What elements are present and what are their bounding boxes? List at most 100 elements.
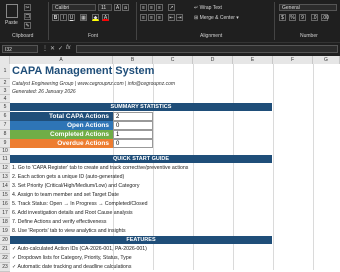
column-header-g[interactable]: G <box>313 56 340 64</box>
bold-button[interactable]: B <box>52 14 59 21</box>
align-right-icon[interactable]: ≡ <box>156 14 163 21</box>
quick-start-step[interactable]: 6. Add investigation details and Root Ca… <box>12 210 133 216</box>
summary-label-total[interactable]: Total CAPA Actions <box>10 112 113 121</box>
row-header[interactable]: 3 <box>0 87 10 95</box>
increase-font-icon[interactable]: A <box>114 4 121 11</box>
column-header-b[interactable]: B <box>113 56 153 64</box>
summary-header[interactable]: SUMMARY STATISTICS <box>10 103 272 111</box>
column-header-c[interactable]: C <box>153 56 193 64</box>
orientation-icon[interactable]: ↗ <box>168 4 175 11</box>
row-header[interactable]: 7 <box>0 121 10 130</box>
company-line[interactable]: Catalyst Engineering Group | www.cegroup… <box>12 81 175 87</box>
row-header[interactable]: 23 <box>0 263 10 272</box>
underline-button[interactable]: U <box>68 14 75 21</box>
align-bottom-icon[interactable]: ≡ <box>156 4 163 11</box>
font-size-select[interactable]: 11 <box>98 4 112 11</box>
paste-icon[interactable] <box>6 4 18 18</box>
decrease-font-icon[interactable]: a <box>122 4 129 11</box>
quick-start-header[interactable]: QUICK START GUIDE <box>10 155 272 163</box>
feature-item[interactable]: ✓ Automatic date tracking and deadline c… <box>12 264 131 270</box>
row-header[interactable]: 21 <box>0 245 10 254</box>
summary-value-completed[interactable]: 1 <box>113 130 153 139</box>
quick-start-step[interactable]: 8. Use 'Reports' tab to view analytics a… <box>12 228 126 234</box>
wrap-text-label: Wrap Text <box>199 5 222 11</box>
feature-item[interactable]: ✓ Auto-calculated Action IDs (CA-2026-00… <box>12 246 147 252</box>
row-header[interactable]: 1 <box>0 64 10 79</box>
cut-icon[interactable]: ✂ <box>24 4 31 11</box>
row-header[interactable]: 18 <box>0 218 10 227</box>
percent-button[interactable]: % <box>289 14 296 21</box>
column-header-e[interactable]: E <box>233 56 273 64</box>
comma-button[interactable]: 9 <box>299 14 306 21</box>
row-header[interactable]: 6 <box>0 112 10 121</box>
quick-start-step[interactable]: 7. Define Actions and verify effectivene… <box>12 219 106 225</box>
italic-button[interactable]: I <box>60 14 67 21</box>
row-header[interactable]: 10 <box>0 148 10 155</box>
quick-start-step[interactable]: 4. Assign to team member and set Target … <box>12 192 119 198</box>
sheet-title[interactable]: CAPA Management System <box>12 65 154 77</box>
summary-value-open[interactable]: 0 <box>113 121 153 130</box>
summary-label-completed[interactable]: Completed Actions <box>10 130 113 139</box>
row-header[interactable]: 22 <box>0 254 10 263</box>
fill-color-icon[interactable]: ◆ <box>92 14 99 21</box>
summary-label-overdue[interactable]: Overdue Actions <box>10 139 113 148</box>
cancel-icon[interactable]: ✕ <box>50 45 55 52</box>
align-left-icon[interactable]: ≡ <box>140 14 147 21</box>
enter-icon[interactable]: ✓ <box>58 45 63 52</box>
summary-label-open[interactable]: Open Actions <box>10 121 113 130</box>
decrease-indent-icon[interactable]: ⇤ <box>168 14 175 21</box>
summary-value-total[interactable]: 2 <box>113 112 153 121</box>
formula-input[interactable] <box>76 45 338 53</box>
name-box[interactable]: I32 <box>2 45 38 53</box>
row-header[interactable]: 15 <box>0 191 10 200</box>
row-header[interactable]: 20 <box>0 236 10 245</box>
fx-label[interactable]: fx <box>66 45 71 51</box>
borders-icon[interactable]: ▦ <box>80 14 87 21</box>
column-header-a[interactable]: A <box>10 56 113 64</box>
number-format-select[interactable]: General <box>279 4 337 11</box>
quick-start-step[interactable]: 3. Set Priority (Critical/High/Medium/Lo… <box>12 183 139 189</box>
divider <box>136 2 137 40</box>
select-all-corner[interactable] <box>0 56 10 64</box>
copy-icon[interactable]: ❐ <box>24 13 31 20</box>
gridline <box>313 64 314 270</box>
merge-center-label: Merge & Center <box>199 15 235 21</box>
row-header[interactable]: 8 <box>0 130 10 139</box>
row-header[interactable]: 14 <box>0 182 10 191</box>
row-header[interactable]: 19 <box>0 227 10 236</box>
row-header[interactable]: 2 <box>0 79 10 87</box>
row-header[interactable]: 12 <box>0 164 10 173</box>
align-center-icon[interactable]: ≡ <box>148 14 155 21</box>
column-header-f[interactable]: F <box>273 56 313 64</box>
quick-start-step[interactable]: 2. Each action gets a unique ID (auto-ge… <box>12 174 124 180</box>
merge-center-button[interactable]: ⊞ Merge & Center ▾ <box>194 15 239 21</box>
format-painter-icon[interactable]: ✎ <box>24 22 31 29</box>
font-name-select[interactable]: Calibri <box>52 4 96 11</box>
row-header[interactable]: 9 <box>0 139 10 148</box>
quick-start-step[interactable]: 1. Go to 'CAPA Register' tab to create a… <box>12 165 188 171</box>
divider <box>274 2 275 40</box>
row-header[interactable]: 17 <box>0 209 10 218</box>
increase-indent-icon[interactable]: ⇥ <box>176 14 183 21</box>
group-number-label: Number <box>300 33 318 39</box>
summary-value-overdue[interactable]: 0 <box>113 139 153 148</box>
features-header[interactable]: FEATURES <box>10 236 272 244</box>
generated-line[interactable]: Generated: 26 January 2026 <box>12 89 76 95</box>
feature-item[interactable]: ✓ Dropdown lists for Category, Priority,… <box>12 255 132 261</box>
paste-button-label[interactable]: Paste <box>5 20 18 26</box>
increase-decimal-icon[interactable]: .0 <box>311 14 318 21</box>
column-header-d[interactable]: D <box>193 56 233 64</box>
row-header[interactable]: 13 <box>0 173 10 182</box>
dropdown-icon[interactable]: ⋮ <box>42 45 48 52</box>
align-top-icon[interactable]: ≡ <box>140 4 147 11</box>
wrap-text-button[interactable]: ↵ Wrap Text <box>194 5 222 11</box>
quick-start-step[interactable]: 5. Track Status: Open → In Progress → Co… <box>12 201 148 207</box>
decrease-decimal-icon[interactable]: .00 <box>321 14 329 21</box>
row-header[interactable]: 4 <box>0 95 10 103</box>
row-header[interactable]: 5 <box>0 103 10 112</box>
align-middle-icon[interactable]: ≡ <box>148 4 155 11</box>
row-header[interactable]: 16 <box>0 200 10 209</box>
font-color-icon[interactable]: A <box>102 14 109 21</box>
currency-button[interactable]: $ <box>279 14 286 21</box>
row-header[interactable]: 11 <box>0 155 10 164</box>
